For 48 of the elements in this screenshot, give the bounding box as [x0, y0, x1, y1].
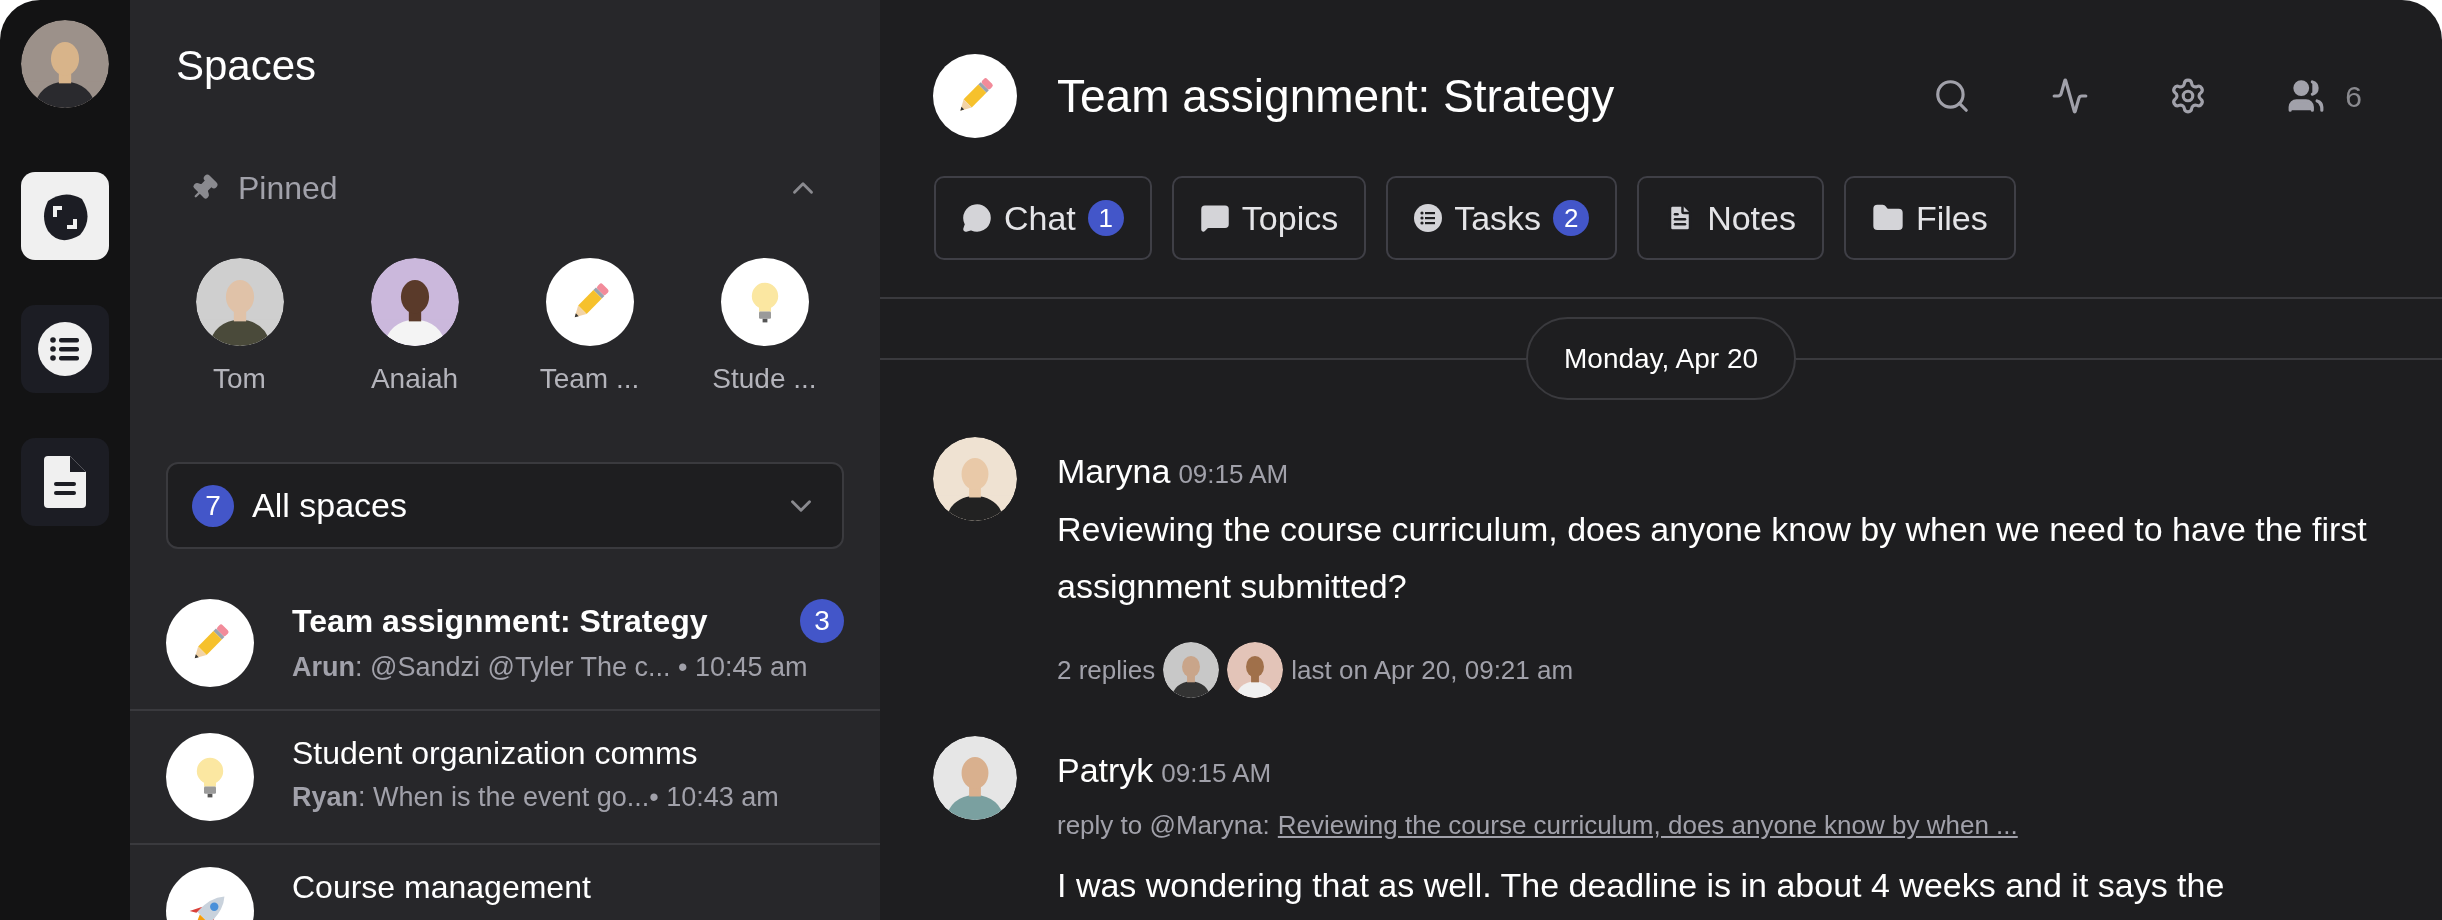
last-reply-time: last on Apr 20, 09:21 am	[1291, 653, 1574, 687]
message-time: 09:15 AM	[1178, 458, 1289, 491]
members-button[interactable]: 6	[2287, 73, 2362, 119]
document-icon	[44, 456, 86, 508]
space-row[interactable]: Course management	[130, 845, 880, 920]
reply-label: reply to @Maryna:	[1057, 808, 1270, 842]
pinned-label[interactable]: Tom	[213, 358, 266, 400]
rail-button[interactable]	[21, 305, 109, 393]
spaces-dropdown[interactable]: 7 All spaces	[166, 462, 844, 549]
pinned-label[interactable]: Stude ...	[712, 358, 817, 400]
chat-bubble-icon	[962, 203, 992, 233]
section-label: Pinned	[238, 169, 338, 208]
space-title: Team assignment: Strategy	[292, 602, 708, 641]
list-icon	[1414, 204, 1443, 232]
date-pill: Monday, Apr 20	[1526, 317, 1797, 400]
people-icon	[2287, 77, 2326, 115]
last-message: Arun: @Sandzi @Tyler The c... • 10:45 am	[292, 651, 809, 684]
count-badge: 3	[800, 599, 844, 643]
space-title: Course management	[292, 868, 591, 907]
last-message: Ryan: When is the event go...• 10:43 am	[292, 781, 780, 814]
tab[interactable]: Topics	[1171, 176, 1367, 260]
count-badge: 7	[192, 484, 234, 527]
rail-button[interactable]	[21, 172, 109, 260]
space-title: Team assignment: Strategy	[1057, 68, 1616, 124]
message-text: I was wondering that as well. The deadline is in about 4 weeks and it says the	[1057, 865, 2226, 906]
author-name: Maryna	[1057, 451, 1171, 492]
sidebar-title: Spaces	[175, 41, 318, 90]
quoted-message-link[interactable]: Reviewing the course curriculum, does anyone know by when ...	[1277, 805, 2018, 845]
speech-bubble-icon	[1199, 203, 1230, 233]
list-icon	[38, 322, 92, 376]
tab[interactable]: Files	[1843, 176, 2016, 260]
pinned-label[interactable]: Team ...	[539, 358, 640, 400]
tab[interactable]: Chat 1	[934, 176, 1152, 260]
space-row[interactable]: Team assignment: Strategy 3 Arun: @Sandzi @Tyler The c... • 10:45 am	[130, 577, 880, 711]
dropdown-label: All spaces	[252, 485, 408, 526]
rail-button[interactable]	[21, 438, 109, 526]
message-text: Reviewing the course curriculum, does anyone know by when we need to have the first assignment submitted?	[1057, 509, 2367, 607]
tab[interactable]: Notes	[1637, 176, 1824, 260]
reply-count[interactable]: 2 replies	[1057, 650, 1156, 690]
activity-icon[interactable]	[2051, 77, 2090, 115]
author-name: Patryk	[1057, 750, 1154, 791]
count-badge: 1	[1087, 200, 1124, 236]
count-badge: 2	[1553, 200, 1590, 236]
space-row[interactable]: Student organization comms Ryan: When is the event go...• 10:43 am	[130, 711, 880, 845]
tab[interactable]: Tasks 2	[1386, 176, 1618, 260]
message-time: 09:15 AM	[1161, 757, 1272, 790]
space-title: Student organization comms	[292, 734, 698, 773]
pinned-label[interactable]: Anaiah	[370, 358, 459, 400]
